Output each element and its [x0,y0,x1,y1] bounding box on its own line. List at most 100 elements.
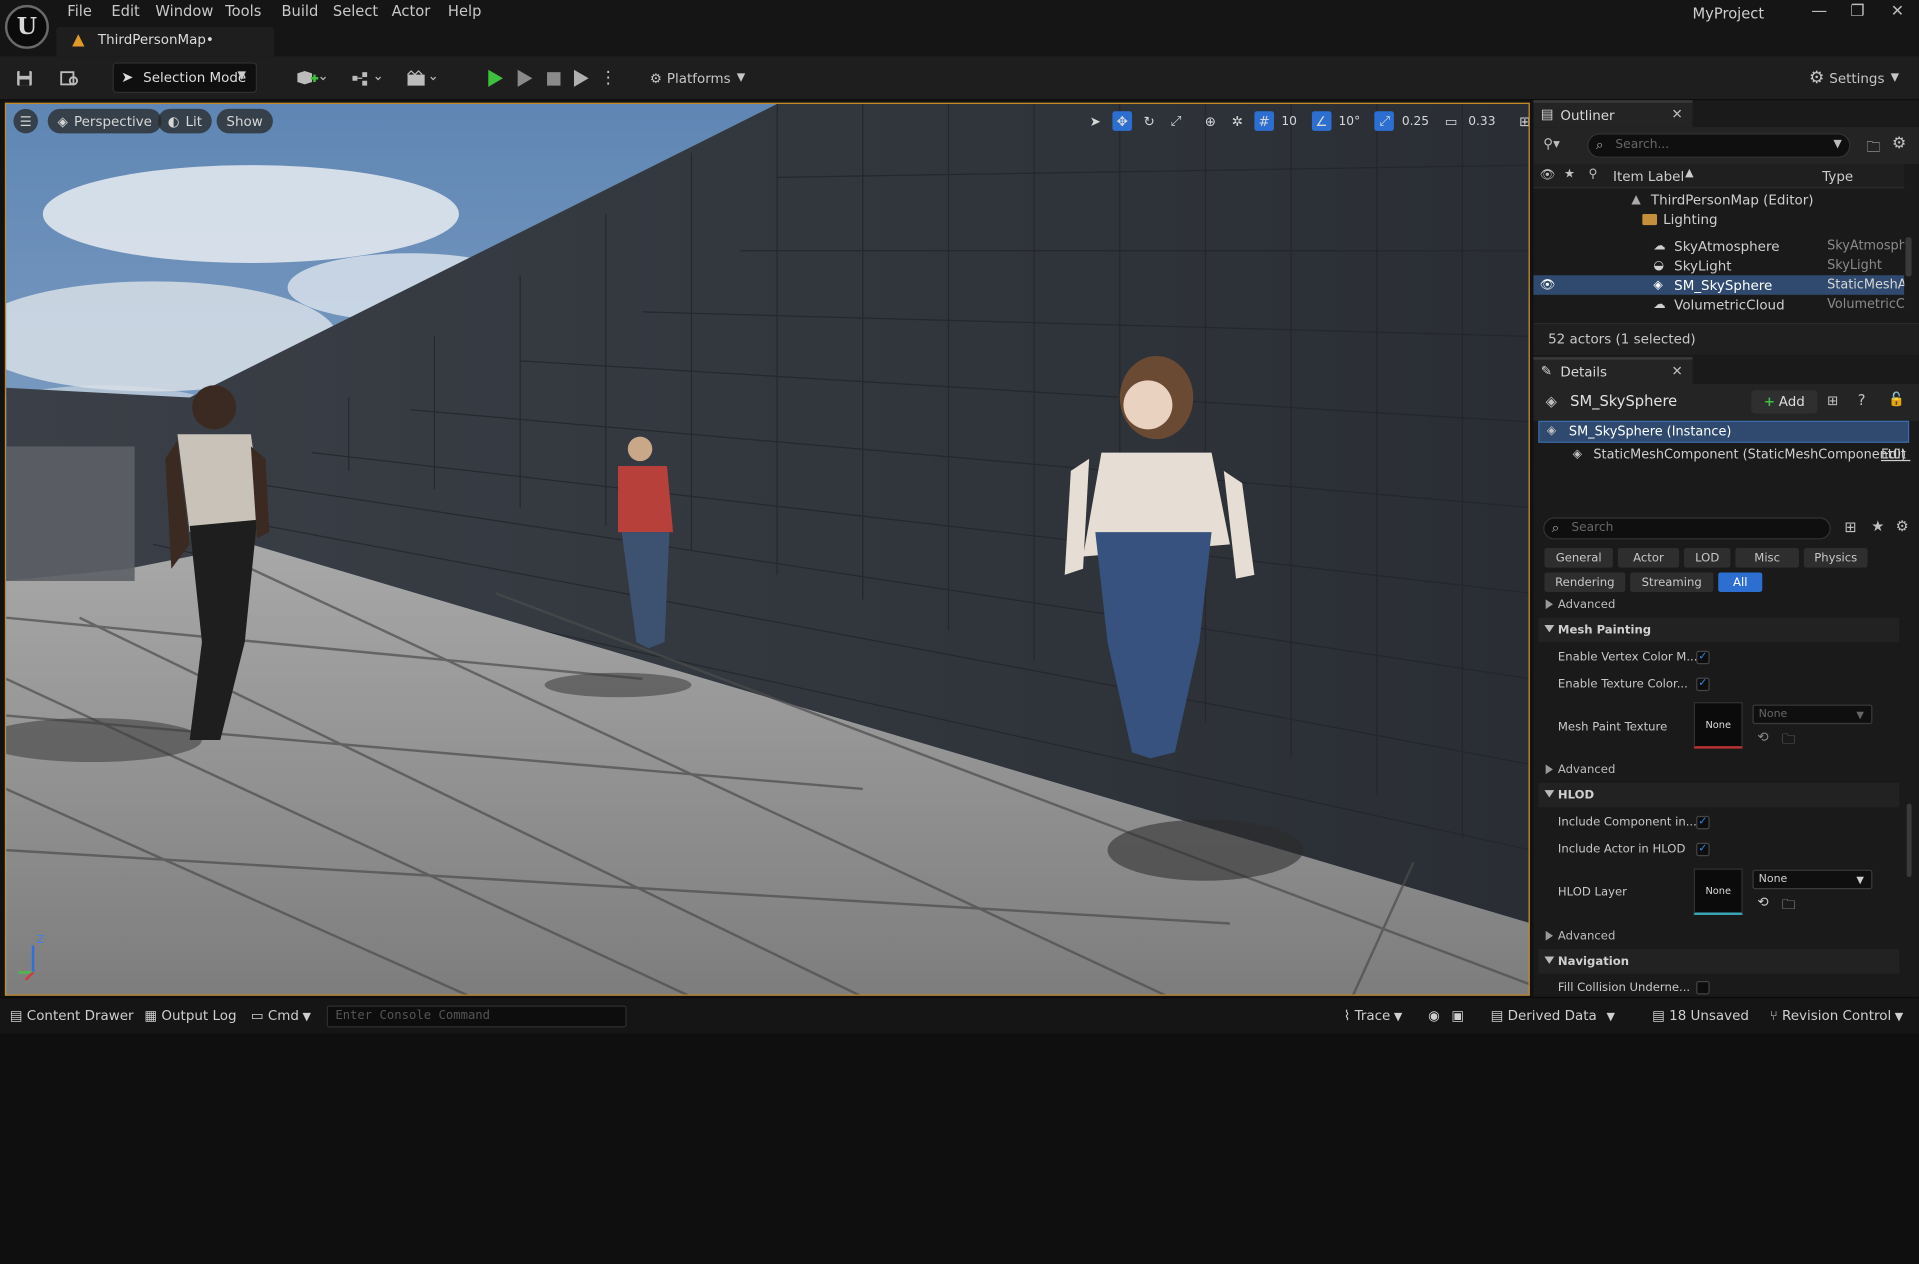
reset-icon[interactable]: ⟲ [1757,894,1768,910]
tab-details[interactable]: ✎ Details ✕ [1533,357,1693,385]
close-icon[interactable]: ✕ [1671,106,1682,122]
advance-frame-button[interactable] [514,64,536,93]
category-streaming[interactable]: Streaming [1630,572,1714,593]
mesh-paint-texture-combo[interactable]: None ▼ [1752,704,1873,725]
list-item[interactable]: Lighting [1536,209,1904,229]
add-component-button[interactable]: + Add [1751,390,1818,414]
surface-snap-icon[interactable]: ✲ [1227,111,1247,131]
type-header[interactable]: Type [1822,169,1853,185]
console-input[interactable]: Enter Console Command [326,1005,627,1028]
translate-tool-icon[interactable]: ✥ [1112,111,1133,131]
list-item[interactable]: ▲ ThirdPersonMap (Editor) [1536,190,1904,210]
content-drawer-button[interactable]: ▤ Content Drawer [10,1008,134,1024]
enable-texture-color-checkbox[interactable]: ✓ [1696,677,1710,692]
camera-speed-value[interactable]: 0.33 [1468,114,1495,127]
play-options-icon[interactable]: ⋮ [600,64,617,93]
list-item[interactable]: ☁ VolumetricCloud VolumetricClc [1536,295,1904,315]
settings-dropdown[interactable]: ⚙ Settings ▼ [1809,64,1900,93]
outliner-scrollbar[interactable] [1905,237,1912,277]
category-all[interactable]: All [1718,572,1763,593]
unreal-logo-icon[interactable]: U [4,4,49,49]
hlod-section[interactable]: HLOD [1538,782,1900,808]
perspective-button[interactable]: ◈ Perspective [47,108,162,134]
derived-data-dropdown[interactable]: ▤ Derived Data ▼ [1491,1008,1615,1024]
menu-window[interactable]: Window [155,2,213,19]
visibility-icon[interactable]: 👁 [1540,278,1556,291]
menu-file[interactable]: File [67,2,92,19]
scale-snap-value[interactable]: 0.25 [1402,114,1429,127]
tab-outliner[interactable]: ▤ Outliner ✕ [1533,100,1693,128]
close-icon[interactable]: ✕ [1671,363,1682,379]
blueprint-button[interactable] [346,64,385,93]
selection-mode-dropdown[interactable]: ➤ Selection Mode ▼ [112,62,257,93]
category-physics[interactable]: Physics [1803,547,1868,568]
edit-link[interactable]: Edit i [1881,448,1910,463]
include-actor-checkbox[interactable]: ✓ [1696,842,1710,857]
include-component-checkbox[interactable]: ✓ [1696,815,1710,830]
trace-dropdown[interactable]: ⌇ Trace ▼ [1344,1008,1403,1024]
scale-tool-icon[interactable]: ⤢ [1166,111,1186,131]
category-general[interactable]: General [1544,547,1613,568]
record-icon[interactable]: ◉ [1428,1008,1440,1024]
output-log-button[interactable]: ▦ Output Log [144,1008,236,1024]
component-row[interactable]: ◈ StaticMeshComponent (StaticMeshCompone… [1538,445,1911,467]
category-actor[interactable]: Actor [1617,547,1680,568]
pin-icon[interactable]: ⚲ [1588,168,1597,181]
menu-select[interactable]: Select [333,2,378,19]
visibility-icon[interactable]: 👁 [1540,169,1556,182]
menu-edit[interactable]: Edit [111,2,139,19]
rotate-tool-icon[interactable]: ↻ [1139,111,1159,131]
unsaved-button[interactable]: ▤ 18 Unsaved [1652,1008,1749,1024]
menu-build[interactable]: Build [281,2,318,19]
lock-icon[interactable]: 🔓 [1888,391,1905,407]
new-folder-icon[interactable]: 🗀 [1866,136,1881,162]
help-icon[interactable]: ? [1858,391,1866,408]
gear-icon[interactable]: ⚙ [1896,517,1909,534]
outliner-search-input[interactable]: ⌕ Search... ▼ [1587,133,1851,158]
maximize-viewport-icon[interactable]: ⊞ [1515,111,1528,131]
tab-map[interactable]: ThirdPersonMap• [56,26,275,57]
list-item-selected[interactable]: 👁 ◈ SM_SkySphere StaticMeshAc [1533,275,1905,295]
add-actor-button[interactable] [291,64,330,93]
hlod-layer-thumbnail[interactable]: None [1693,868,1743,915]
instance-row[interactable]: ◈ SM_SkySphere (Instance) [1538,420,1910,443]
enable-vertex-color-checkbox[interactable]: ✓ [1696,650,1710,665]
browse-folder-icon[interactable]: 🗀 [1782,729,1795,752]
gear-icon[interactable]: ⚙ [1892,135,1906,153]
details-search-input[interactable]: ⌕ Search [1543,517,1831,540]
fill-collision-checkbox[interactable] [1696,981,1710,995]
table-view-icon[interactable]: ⊞ [1844,519,1856,536]
rotation-snap-value[interactable]: 10° [1339,114,1361,127]
details-scrollbar[interactable] [1906,803,1912,878]
cinematics-button[interactable] [401,64,440,93]
blueprint-icon[interactable]: ⊞ [1827,393,1838,409]
menu-tools[interactable]: Tools [225,2,261,19]
play-button[interactable] [485,64,507,93]
favorite-icon[interactable]: ★ [1871,517,1884,534]
hlod-layer-combo[interactable]: None ▼ [1752,869,1873,890]
favorite-icon[interactable]: ★ [1564,168,1575,181]
list-item[interactable]: ◒ SkyLight SkyLight [1536,256,1904,276]
advanced-section[interactable]: Advanced [1538,593,1899,615]
close-icon[interactable]: ✕ [1891,2,1904,20]
advanced-section[interactable]: Advanced [1538,925,1899,947]
show-button[interactable]: Show [216,108,273,134]
category-lod[interactable]: LOD [1683,547,1731,568]
save-icon[interactable] [12,64,36,93]
level-viewport[interactable]: ☰ ◈ Perspective ◐ Lit Show ➤ ✥ ↻ ⤢ ⊕ ✲ # 1… [4,102,1530,996]
filter-icon[interactable]: ⚲▾ [1543,136,1560,152]
menu-help[interactable]: Help [448,2,481,19]
select-tool-icon[interactable]: ➤ [1086,111,1106,131]
grid-snap-value[interactable]: 10 [1281,114,1297,127]
rotation-snap-icon[interactable]: ∠ [1311,111,1332,131]
item-label-header[interactable]: Item Label [1613,169,1684,185]
browse-icon[interactable] [56,64,83,93]
lit-button[interactable]: ◐ Lit [157,108,212,134]
stop-button[interactable] [542,64,564,93]
scale-snap-icon[interactable]: ⤢ [1374,111,1395,131]
revision-control-dropdown[interactable]: ⑂ Revision Control ▼ [1770,1008,1904,1024]
screenshot-icon[interactable]: ▣ [1451,1008,1464,1024]
minimize-icon[interactable]: — [1811,2,1827,20]
mesh-painting-section[interactable]: Mesh Painting [1538,617,1900,643]
camera-speed-icon[interactable]: ▭ [1441,111,1461,131]
